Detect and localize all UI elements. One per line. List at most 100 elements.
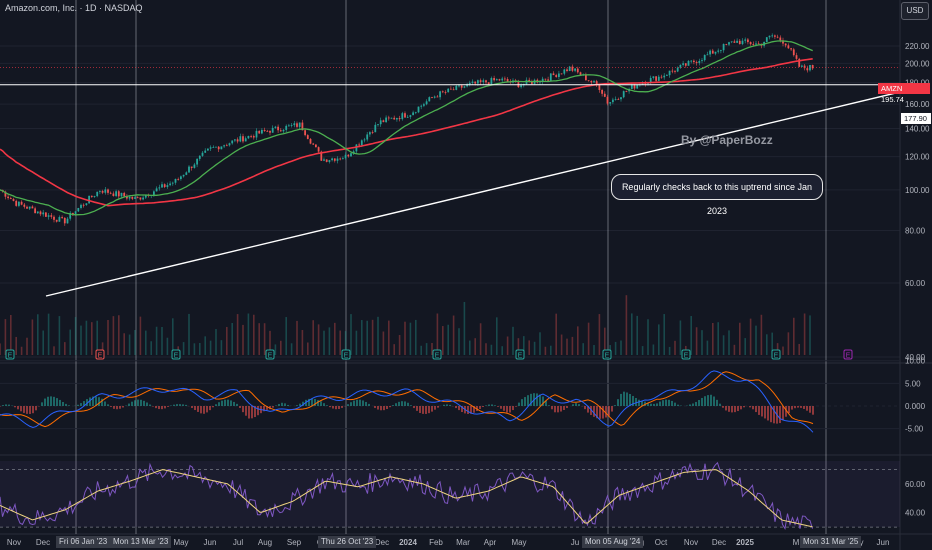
- macd-hist-774: [773, 406, 775, 424]
- volume-bar-126: [339, 330, 341, 355]
- candle-body-117: [315, 144, 317, 148]
- macd-hist-498: [497, 406, 499, 407]
- volume-bar-116: [312, 320, 314, 355]
- macd-hist-144: [143, 400, 145, 406]
- candle-body-186: [501, 78, 504, 81]
- candle-body-204: [549, 73, 552, 81]
- time-label-5: Aug: [258, 538, 272, 547]
- candle-body-102: [274, 126, 277, 128]
- candle-body-271: [730, 41, 733, 43]
- macd-hist-15: [14, 406, 16, 408]
- macd-hist-402: [401, 401, 403, 406]
- macd-hist-381: [380, 406, 382, 411]
- volume-bar-30: [80, 325, 82, 355]
- candle-body-262: [706, 54, 709, 56]
- volume-bar-154: [415, 319, 417, 355]
- price-chart[interactable]: 220.00200.00180.00160.00140.00120.00100.…: [0, 0, 932, 550]
- macd-hist-99: [98, 397, 100, 406]
- volume-bar-188: [506, 336, 509, 355]
- macd-hist-282: [281, 402, 283, 406]
- macd-hist-744: [743, 406, 745, 408]
- candle-body-64: [171, 182, 174, 184]
- candle-body-25: [66, 218, 69, 224]
- candle-body-73: [196, 158, 198, 165]
- candle-body-108: [290, 125, 293, 126]
- volume-bar-42: [112, 316, 115, 355]
- volume-bar-144: [388, 320, 390, 355]
- candle-body-143: [385, 117, 387, 123]
- candle-body-36: [96, 191, 99, 197]
- macd-hist-657: [656, 403, 658, 406]
- candle-body-42: [112, 193, 115, 196]
- volume-bar-102: [274, 344, 277, 355]
- candle-body-255: [687, 60, 690, 66]
- volume-bar-200: [539, 332, 541, 355]
- candle-body-162: [436, 96, 439, 98]
- candle-body-137: [369, 132, 371, 135]
- macd-hist-399: [398, 401, 400, 406]
- volume-bar-24: [64, 342, 66, 355]
- macd-hist-363: [362, 400, 364, 406]
- volume-bar-32: [85, 320, 88, 355]
- volume-bar-10: [26, 337, 28, 355]
- macd-hist-117: [116, 406, 118, 410]
- volume-bar-280: [755, 325, 757, 355]
- macd-hist-234: [233, 401, 235, 406]
- volume-bar-136: [366, 320, 368, 355]
- currency-button[interactable]: USD: [901, 2, 929, 20]
- annotation-callout[interactable]: Regularly checks back to this uptrend si…: [611, 174, 823, 216]
- candle-body-17: [45, 212, 47, 217]
- volume-bar-242: [652, 344, 655, 355]
- volume-bar-186: [501, 346, 503, 355]
- candle-body-58: [155, 188, 158, 192]
- macd-hist-771: [770, 406, 772, 423]
- candle-body-228: [614, 99, 617, 100]
- macd-hist-804: [803, 406, 805, 409]
- candle-body-179: [482, 80, 485, 82]
- volume-bar-26: [69, 329, 71, 355]
- price-tick-4: 140.00: [905, 124, 930, 133]
- macd-hist-417: [416, 406, 418, 411]
- watermark: By @PaperBozz: [681, 133, 773, 147]
- macd-tick-1: 5.00: [905, 379, 921, 388]
- earnings-icon-label-7: E: [605, 352, 610, 359]
- candle-body-279: [752, 44, 755, 45]
- candle-body-276: [744, 39, 747, 41]
- candle-body-32: [85, 203, 88, 205]
- macd-hist-678: [677, 404, 679, 406]
- candle-body-227: [612, 99, 614, 103]
- candle-body-116: [312, 143, 315, 145]
- macd-hist-201: [200, 406, 202, 414]
- volume-bar-96: [258, 323, 260, 355]
- macd-hist-393: [392, 405, 394, 406]
- macd-hist-420: [419, 406, 421, 413]
- candle-body-236: [636, 84, 639, 89]
- volume-bar-190: [512, 326, 514, 355]
- macd-hist-807: [806, 406, 808, 411]
- candle-body-301: [811, 65, 814, 69]
- time-label-4: Jul: [233, 538, 243, 547]
- macd-hist-150: [149, 404, 151, 406]
- candle-body-138: [371, 132, 374, 133]
- volume-bar-40: [107, 320, 109, 355]
- macd-hist-0: [0, 406, 1, 407]
- candle-body-144: [387, 117, 390, 119]
- volume-bar-264: [712, 322, 714, 355]
- candle-body-31: [82, 204, 85, 206]
- candle-body-66: [177, 179, 180, 180]
- macd-hist-156: [155, 406, 157, 409]
- volume-bar-82: [220, 340, 223, 355]
- candle-body-97: [261, 129, 263, 134]
- candle-body-178: [479, 80, 482, 82]
- macd-hist-375: [374, 406, 376, 408]
- volume-bar-12: [31, 319, 34, 355]
- candle-body-170: [458, 85, 460, 87]
- macd-hist-408: [407, 402, 409, 406]
- candle-body-20: [53, 216, 55, 220]
- volume-bar-296: [798, 343, 800, 355]
- candle-body-61: [163, 184, 166, 188]
- candle-body-11: [28, 206, 31, 209]
- volume-bar-60: [161, 326, 163, 355]
- volume-bar-204: [550, 345, 552, 355]
- candle-body-151: [406, 116, 409, 118]
